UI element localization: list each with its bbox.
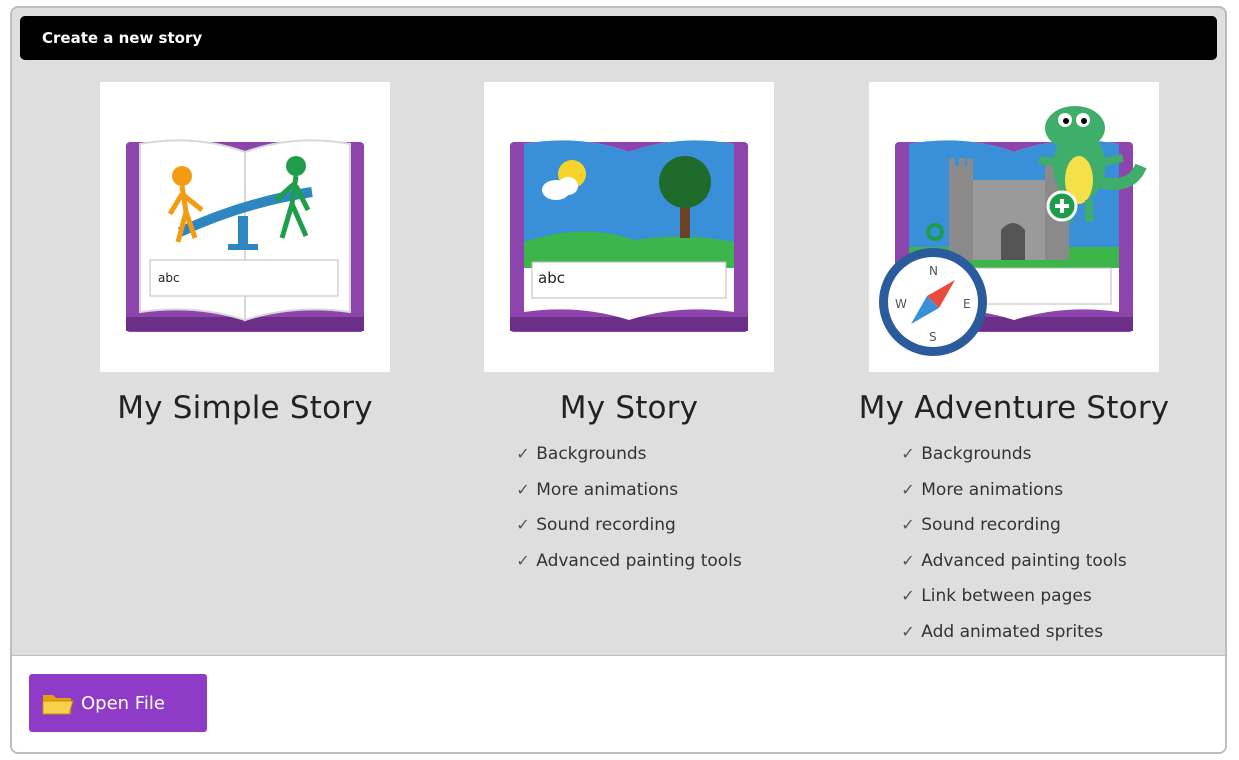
feature-list: ✓ Backgrounds ✓ More animations ✓ Sound rec…: [901, 436, 1127, 649]
feature-item: ✓ More animations: [901, 472, 1127, 508]
feature-item: ✓ Sound recording: [901, 507, 1127, 543]
card-title[interactable]: My Simple Story: [55, 390, 435, 426]
feature-item: ✓ Backgrounds: [516, 436, 742, 472]
folder-icon: [41, 690, 75, 716]
feature-item: ✓ Advanced painting tools: [516, 543, 742, 579]
feature-item: ✓ Backgrounds: [901, 436, 1127, 472]
feature-item: ✓ More animations: [516, 472, 742, 508]
card-my-story[interactable]: abc My Story ✓ Backgrounds ✓ More animatio…: [439, 82, 819, 578]
svg-text:E: E: [963, 297, 971, 311]
check-icon: ✓: [901, 479, 915, 499]
svg-text:N: N: [929, 264, 938, 278]
feature-item: ✓ Add animated sprites: [901, 614, 1127, 650]
card-title[interactable]: My Story: [439, 390, 819, 426]
svg-text:S: S: [929, 330, 937, 344]
open-file-button[interactable]: Open File: [29, 674, 207, 732]
check-icon: ✓: [901, 444, 915, 463]
check-icon: ✓: [901, 515, 915, 534]
feature-item: ✓ Sound recording: [516, 507, 742, 543]
check-icon: ✓: [901, 550, 915, 570]
add-plus-icon: [1046, 190, 1078, 222]
feature-item: ✓ Link between pages: [901, 578, 1127, 614]
feature-item: ✓ Advanced painting tools: [901, 543, 1127, 579]
story-type-options: abc My Simple Story abc My Story ✓ Backg…: [12, 8, 1225, 655]
story-page-text: abc: [538, 269, 565, 287]
open-file-label: Open File: [81, 692, 165, 714]
feature-list: ✓ Backgrounds ✓ More animations ✓ Sound rec…: [516, 436, 742, 578]
check-icon: ✓: [901, 586, 915, 605]
svg-text:W: W: [895, 297, 907, 311]
check-icon: ✓: [516, 515, 530, 534]
card-my-simple-story[interactable]: abc My Simple Story: [55, 82, 435, 426]
story-book-icon[interactable]: abc: [484, 82, 774, 372]
dialog-footer: Open File: [12, 655, 1225, 752]
check-icon: ✓: [516, 479, 530, 499]
adventure-story-book-icon[interactable]: N E S W: [869, 82, 1159, 372]
check-icon: ✓: [516, 444, 530, 463]
simple-page-text: abc: [158, 271, 180, 285]
create-story-dialog: Create a new story abc My Simple Story a…: [10, 6, 1227, 754]
card-title[interactable]: My Adventure Story: [824, 390, 1204, 426]
simple-story-book-icon[interactable]: abc: [100, 82, 390, 372]
check-icon: ✓: [516, 550, 530, 570]
check-icon: ✓: [901, 621, 915, 641]
card-my-adventure-story[interactable]: N E S W My Adventure Story ✓ Backgrounds …: [824, 82, 1204, 649]
